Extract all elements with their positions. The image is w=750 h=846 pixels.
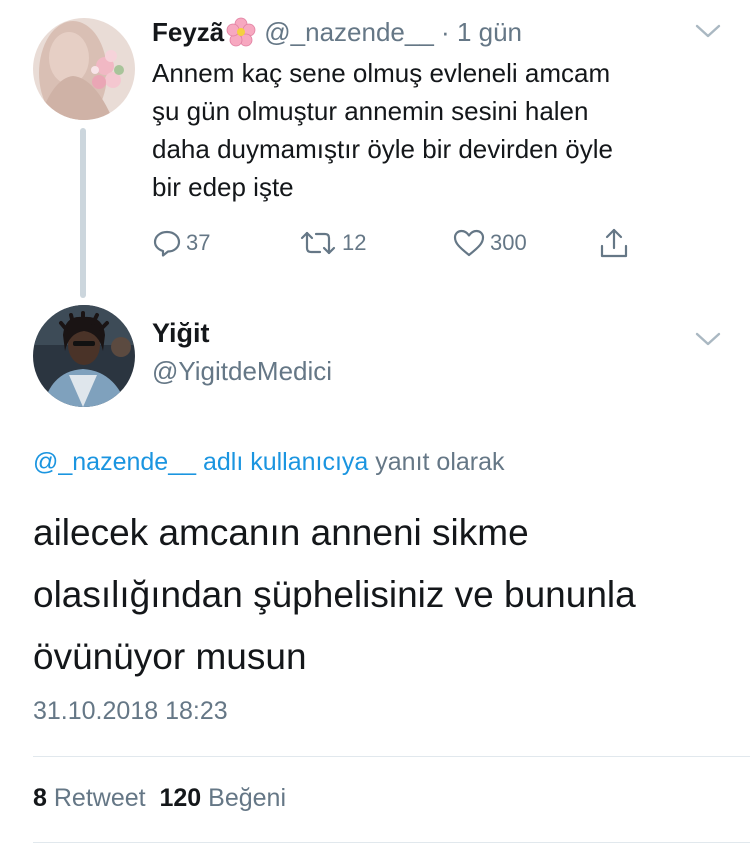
retweet-icon: [298, 228, 338, 258]
reply-count: 37: [186, 230, 211, 255]
replying-to-suffix: yanıt olarak: [375, 448, 505, 476]
cherry-blossom-icon: [226, 17, 256, 47]
retweet-stat-count: 8: [33, 784, 47, 812]
feyza-avatar[interactable]: [33, 18, 135, 120]
separator-dot: ·: [441, 16, 450, 47]
main-text-line: övünüyor musun: [33, 636, 307, 677]
thread-connector-line: [80, 128, 86, 298]
like-stat-count: 120: [159, 784, 202, 812]
retweets-stat[interactable]: 8 Retweet: [33, 784, 146, 812]
tweet-timestamp[interactable]: 31.10.2018 18:23: [33, 697, 228, 726]
parent-text-line: Annem kaç sene olmuş evleneli amcam: [152, 58, 611, 88]
chevron-down-icon[interactable]: [693, 328, 723, 350]
parent-tweet-header: Feyzã @_nazende__ · 1 gün: [152, 14, 522, 50]
chevron-down-icon[interactable]: [693, 20, 723, 42]
main-text-line: ailecek amcanın anneni sikme: [33, 512, 529, 553]
parent-text-line: bir edep işte: [152, 172, 294, 202]
reply-button[interactable]: 37: [152, 225, 210, 261]
parent-tweet-text: Annem kaç sene olmuş evleneli amcam şu g…: [152, 54, 712, 206]
retweet-stat-label: Retweet: [53, 784, 146, 812]
heart-icon: [452, 228, 486, 258]
yigit-avatar[interactable]: [33, 305, 135, 407]
replying-to-link[interactable]: @_nazende__ adlı kullanıcıya: [33, 448, 368, 476]
retweet-button[interactable]: 12: [298, 225, 366, 261]
share-button[interactable]: [598, 225, 630, 261]
parent-text-line: daha duymamıştır öyle bir devirden öyle: [152, 134, 614, 164]
main-handle[interactable]: @YigitdeMedici: [152, 356, 332, 387]
parent-text-line: şu gün olmuştur annemin sesini halen: [152, 96, 589, 126]
retweet-count: 12: [342, 230, 367, 255]
replying-to: @_nazende__ adlı kullanıcıya yanıt olara…: [33, 448, 505, 477]
parent-time[interactable]: 1 gün: [457, 17, 522, 47]
like-button[interactable]: 300: [452, 225, 527, 261]
main-display-name[interactable]: Yiğit: [152, 318, 210, 349]
likes-stat[interactable]: 120 Beğeni: [159, 784, 286, 812]
tweet-stats: 8 Retweet 120 Beğeni: [33, 784, 286, 813]
share-icon: [598, 226, 630, 260]
like-stat-label: Beğeni: [208, 784, 287, 812]
parent-handle[interactable]: @_nazende__ · 1 gün: [264, 17, 522, 48]
main-text-line: olasılığından şüphelisiniz ve bununla: [33, 574, 636, 615]
like-count: 300: [490, 230, 527, 255]
parent-display-name[interactable]: Feyzã: [152, 17, 224, 48]
main-tweet-text: ailecek amcanın anneni sikme olasılığınd…: [33, 502, 723, 688]
divider: [33, 842, 750, 843]
divider: [33, 756, 750, 757]
reply-icon: [152, 228, 182, 258]
